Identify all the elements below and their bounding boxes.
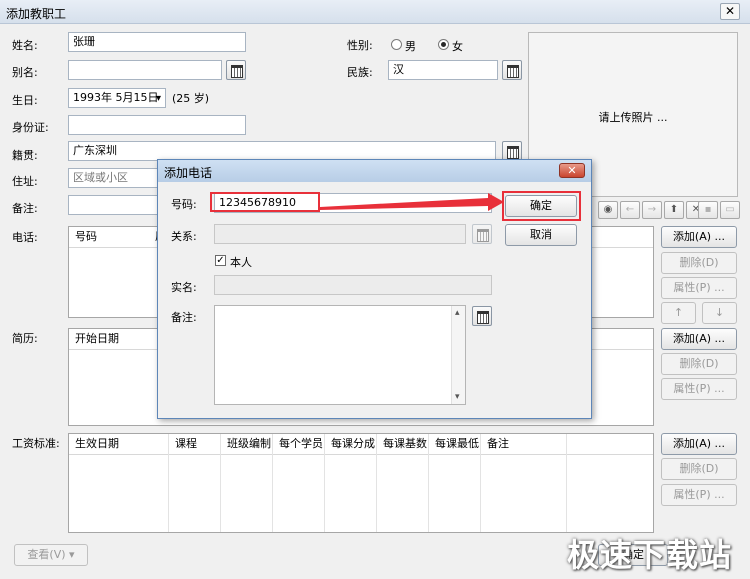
scroll-up-icon[interactable]: ▴	[455, 308, 460, 318]
dialog-note-label: 备注:	[171, 311, 197, 324]
chevron-down-icon: ▾	[69, 548, 75, 561]
dialog-note-textarea[interactable]: ▴ ▾	[214, 305, 466, 405]
realname-label: 实名:	[171, 281, 197, 294]
salary-label: 工资标准:	[12, 437, 60, 450]
alias-input[interactable]	[68, 60, 222, 80]
save-icon[interactable]: ▪	[698, 201, 718, 219]
ethnic-label: 民族:	[347, 66, 373, 79]
salary-delete-button[interactable]: 删除(D)	[661, 458, 737, 480]
self-checkbox-label: 本人	[230, 256, 252, 269]
gender-female-radio[interactable]	[438, 39, 449, 50]
gender-male-label: 男	[405, 40, 416, 53]
dialog-note-picker-icon[interactable]	[472, 306, 492, 326]
photo-upload-text: 请上传照片 ...	[598, 111, 668, 124]
phone-add-button[interactable]: 添加(A) ...	[661, 226, 737, 248]
column-header[interactable]: 课程	[169, 434, 221, 454]
salary-properties-button[interactable]: 属性(P) ...	[661, 484, 737, 506]
note-input[interactable]	[68, 195, 163, 215]
relation-input[interactable]	[214, 224, 466, 244]
column-header[interactable]: 每课分成	[325, 434, 377, 454]
birthday-picker[interactable]: 1993年 5月15日 ▾	[68, 88, 166, 108]
alias-picker-icon[interactable]	[226, 60, 246, 80]
origin-input[interactable]: 广东深圳	[68, 141, 496, 161]
name-input[interactable]: 张珊	[68, 32, 246, 52]
column-header[interactable]: 每课基数	[377, 434, 429, 454]
origin-picker-icon[interactable]	[502, 141, 522, 161]
number-label: 号码:	[171, 198, 197, 211]
window-titlebar: 添加教职工 ✕	[0, 0, 750, 24]
comment-icon[interactable]: ▭	[720, 201, 740, 219]
scroll-down-icon[interactable]: ▾	[455, 392, 460, 402]
realname-input[interactable]	[214, 275, 492, 295]
eye-icon[interactable]: ◉	[598, 201, 618, 219]
column-header[interactable]: 号码	[69, 227, 149, 247]
resume-properties-button[interactable]: 属性(P) ...	[661, 378, 737, 400]
dialog-title: 添加电话	[164, 166, 213, 180]
gender-label: 性别:	[347, 39, 373, 52]
phone-properties-button[interactable]: 属性(P) ...	[661, 277, 737, 299]
column-header[interactable]: 每课最低	[429, 434, 481, 454]
idcard-label: 身份证:	[12, 121, 49, 134]
salary-list[interactable]: 生效日期 课程 班级编制 每个学员 每课分成 每课基数 每课最低 备注	[68, 433, 654, 533]
watermark-text: 极速下载站	[566, 536, 732, 574]
relation-picker-icon[interactable]	[472, 224, 492, 244]
idcard-input[interactable]	[68, 115, 246, 135]
move-up-button[interactable]: ↑	[661, 302, 696, 324]
view-button[interactable]: 查看(V) ▾	[14, 544, 88, 566]
vertical-scrollbar[interactable]: ▴ ▾	[451, 306, 465, 404]
note-label: 备注:	[12, 202, 38, 215]
window-title: 添加教职工	[6, 7, 67, 21]
resume-delete-button[interactable]: 删除(D)	[661, 353, 737, 375]
relation-label: 关系:	[171, 230, 197, 243]
phone-delete-button[interactable]: 删除(D)	[661, 252, 737, 274]
birthday-value: 1993年 5月15日	[73, 91, 159, 104]
origin-label: 籍贯:	[12, 149, 38, 162]
gender-female-label: 女	[452, 40, 463, 53]
column-header[interactable]: 备注	[481, 434, 567, 454]
move-down-button[interactable]: ↓	[702, 302, 737, 324]
column-header[interactable]: 生效日期	[69, 434, 169, 454]
ethnic-picker-icon[interactable]	[502, 60, 522, 80]
dialog-cancel-button[interactable]: 取消	[505, 224, 577, 246]
gender-male-radio[interactable]	[391, 39, 402, 50]
ethnic-input[interactable]: 汉	[388, 60, 498, 80]
address-input[interactable]: 区域或小区	[68, 168, 163, 188]
chevron-down-icon[interactable]: ▾	[156, 92, 161, 106]
number-highlight-box	[210, 192, 320, 212]
resume-label: 简历:	[12, 332, 38, 345]
column-header[interactable]: 开始日期	[69, 329, 169, 349]
dialog-titlebar: 添加电话 ✕	[158, 160, 591, 182]
view-button-label: 查看(V)	[27, 548, 66, 561]
arrow-right-icon[interactable]: →	[642, 201, 662, 219]
arrow-left-icon[interactable]: ←	[620, 201, 640, 219]
add-phone-dialog: 添加电话 ✕ 号码: 12345678910 确定 取消 关系: ✓ 本人 实名…	[157, 159, 592, 419]
alias-label: 别名:	[12, 66, 38, 79]
dialog-close-icon[interactable]: ✕	[559, 163, 585, 178]
address-label: 住址:	[12, 175, 38, 188]
self-checkbox[interactable]: ✓	[215, 255, 226, 266]
arrow-annotation-icon	[320, 193, 504, 211]
birthday-label: 生日:	[12, 94, 38, 107]
resume-add-button[interactable]: 添加(A) ...	[661, 328, 737, 350]
window-close-icon[interactable]: ✕	[720, 3, 740, 20]
phone-label: 电话:	[12, 231, 38, 244]
column-header[interactable]: 每个学员	[273, 434, 325, 454]
column-header[interactable]: 班级编制	[221, 434, 273, 454]
ok-highlight-box	[502, 191, 581, 221]
age-text: (25 岁)	[172, 92, 210, 105]
salary-add-button[interactable]: 添加(A) ...	[661, 433, 737, 455]
upload-icon[interactable]: ⬆	[664, 201, 684, 219]
name-label: 姓名:	[12, 39, 38, 52]
